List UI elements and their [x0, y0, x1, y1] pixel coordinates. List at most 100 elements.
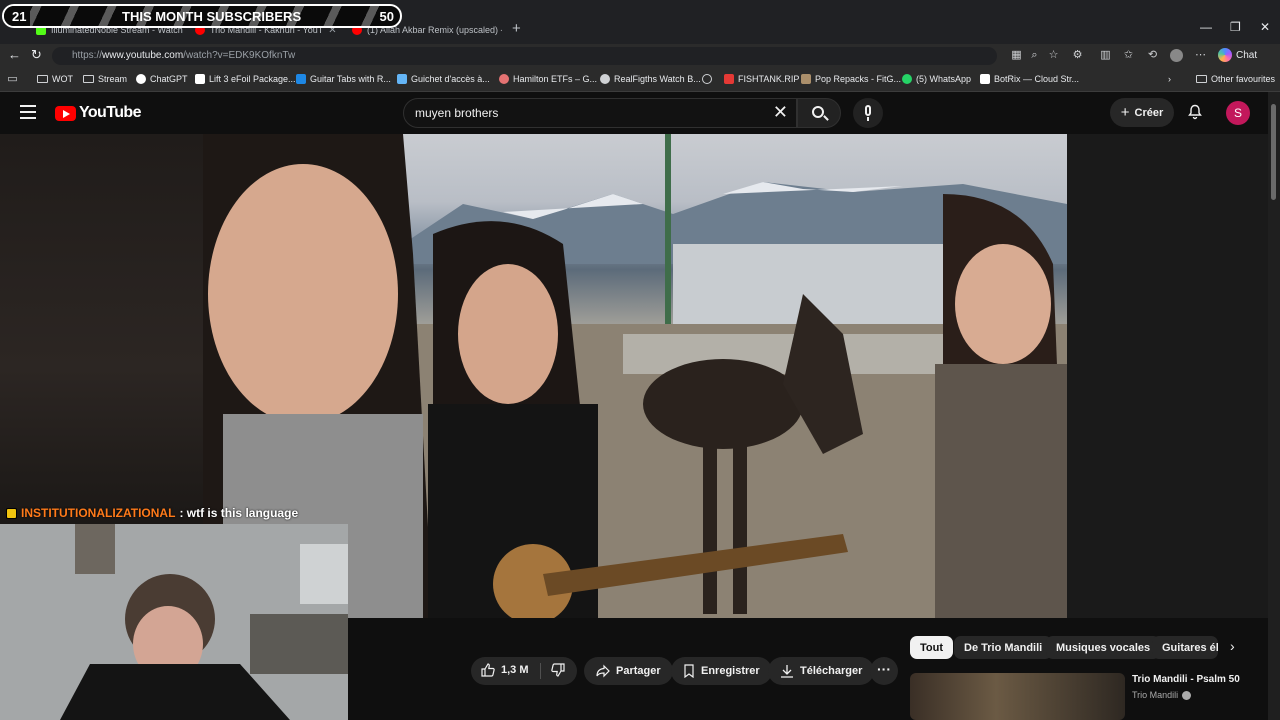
recommended-video-channel[interactable]: Trio Mandili	[1132, 690, 1192, 700]
url-field[interactable]: https://www.youtube.com/watch?v=EDK9KOfk…	[52, 47, 997, 65]
favorites-icon[interactable]: ✩	[1122, 49, 1135, 62]
chat-message-text: : wtf is this language	[179, 506, 299, 520]
folder-icon	[83, 75, 94, 83]
copilot-chat-button[interactable]: Chat	[1218, 48, 1257, 62]
reload-icon[interactable]: ↻	[31, 47, 42, 63]
recommended-video-thumbnail[interactable]	[910, 673, 1125, 720]
youtube-logo[interactable]: YouTube	[55, 104, 141, 122]
like-dislike-group: 1,3 M	[471, 657, 577, 685]
youtube-logo-text: YouTube	[79, 104, 141, 121]
bookmark-label: BotRix — Cloud Str...	[994, 74, 1080, 84]
save-button[interactable]: Enregistrer	[671, 657, 772, 685]
bookmark-label: Guichet d'accès à...	[411, 74, 490, 84]
other-favourites-folder[interactable]: Other favourites	[1196, 74, 1275, 84]
share-button[interactable]: Partager	[584, 657, 673, 685]
notifications-bell-icon[interactable]	[1187, 104, 1203, 120]
back-arrow-icon[interactable]: ←	[8, 47, 21, 62]
bookmark-botrix[interactable]: BotRix — Cloud Str...	[980, 74, 1079, 84]
download-button[interactable]: Télécharger	[768, 657, 875, 685]
bookmark-whatsapp[interactable]: (5) WhatsApp	[902, 74, 971, 84]
chat-badge-icon	[6, 507, 17, 519]
folder-icon	[37, 75, 48, 83]
tabs-icon	[296, 74, 306, 84]
extension-icon[interactable]: ⚙	[1071, 49, 1084, 62]
bookmark-realfights[interactable]: RealFigths Watch B...	[600, 74, 701, 84]
bookmark-label: Other favourites	[1211, 74, 1276, 84]
chip-vocal-music[interactable]: Musiques vocales	[1046, 636, 1161, 659]
restore-icon[interactable]: ❐	[1230, 20, 1241, 34]
bookmark-label: ChatGPT	[150, 74, 188, 84]
channel-name: Trio Mandili	[1132, 690, 1179, 700]
bookmark-label: Hamilton ETFs – G...	[513, 74, 598, 84]
bookmark-guichet[interactable]: Guichet d'accès à...	[397, 74, 490, 84]
share-label: Partager	[616, 665, 661, 677]
chat-label: Chat	[1236, 49, 1258, 61]
search-button[interactable]	[797, 98, 841, 128]
new-tab-button[interactable]: +	[512, 20, 521, 37]
folder-icon	[1196, 75, 1207, 83]
bookmark-fitgirl[interactable]: Pop Repacks - FitG...	[801, 74, 901, 84]
recommended-video-title[interactable]: Trio Mandili - Psalm 50	[1132, 674, 1240, 685]
bookmarks-overflow-chevron-icon[interactable]: ›	[1168, 74, 1171, 84]
chip-all[interactable]: Tout	[910, 636, 954, 659]
chevron-right-icon[interactable]: ›	[1230, 638, 1235, 654]
bookmarks-bar: ▭ WOT Stream ChatGPT Lift 3 eFoil Packag…	[0, 68, 1280, 92]
guichet-icon	[397, 74, 407, 84]
bookmark-label: RealFigths Watch B...	[614, 74, 701, 84]
copilot-icon	[1218, 48, 1232, 62]
chip-from-trio-mandili[interactable]: De Trio Mandili	[954, 636, 1053, 659]
bookmark-label: Pop Repacks - FitG...	[815, 74, 902, 84]
globe-icon	[702, 74, 712, 84]
favorite-star-icon[interactable]: ☆	[1047, 49, 1060, 62]
more-actions-icon[interactable]: ···	[870, 657, 898, 685]
microphone-stand	[867, 117, 869, 121]
fishtank-icon	[724, 74, 734, 84]
dislike-button[interactable]	[551, 663, 565, 682]
profile-icon[interactable]	[1170, 49, 1183, 62]
stream-chat-message: INSTITUTIONALIZATIONAL : wtf is this lan…	[6, 506, 298, 520]
goal-target-count: 50	[379, 9, 394, 24]
zoom-icon[interactable]: ⌕	[1028, 49, 1041, 62]
hamilton-icon	[499, 74, 509, 84]
split-screen-icon[interactable]: ▥	[1099, 49, 1112, 62]
address-bar-row: ← ↻ https://www.youtube.com/watch?v=EDK9…	[0, 44, 1280, 68]
youtube-header: YouTube muyen brothers ✕ + Créer S	[0, 92, 1268, 134]
avatar[interactable]: S	[1226, 101, 1250, 125]
like-count: 1,3 M	[501, 664, 529, 676]
create-button[interactable]: + Créer	[1110, 98, 1174, 127]
search-input[interactable]: muyen brothers ✕	[403, 98, 797, 128]
bookmark-globe[interactable]	[702, 74, 712, 84]
bookmark-lift[interactable]: Lift 3 eFoil Package...	[195, 74, 296, 84]
more-options-icon[interactable]: ⋯	[1194, 49, 1207, 62]
download-icon	[781, 665, 793, 678]
chip-electric-guitars[interactable]: Guitares éle	[1152, 636, 1218, 659]
like-button[interactable]: 1,3 M	[481, 663, 529, 677]
hamburger-menu-icon[interactable]	[20, 105, 36, 119]
bookmark-label: Lift 3 eFoil Package...	[209, 74, 296, 84]
bookmark-stream[interactable]: Stream	[83, 74, 127, 84]
bookmark-label: Guitar Tabs with R...	[310, 74, 391, 84]
bookmark-guitar-tabs[interactable]: Guitar Tabs with R...	[296, 74, 391, 84]
scrollbar-thumb[interactable]	[1271, 104, 1276, 200]
search-query: muyen brothers	[415, 106, 499, 120]
lift-icon	[195, 74, 205, 84]
bookmark-hamilton[interactable]: Hamilton ETFs – G...	[499, 74, 597, 84]
history-icon[interactable]: ⟲	[1146, 49, 1159, 62]
whatsapp-icon	[902, 74, 912, 84]
clear-search-icon[interactable]: ✕	[773, 102, 788, 123]
bookmark-fishtank[interactable]: FISHTANK.RIP	[724, 74, 799, 84]
chat-username: INSTITUTIONALIZATIONAL	[21, 506, 176, 520]
minimize-icon[interactable]: —	[1200, 20, 1212, 34]
share-arrow-icon	[596, 664, 610, 678]
bookmark-chatgpt[interactable]: ChatGPT	[136, 74, 188, 84]
reader-view-icon[interactable]: ▦	[1010, 49, 1023, 62]
voice-search-button[interactable]	[853, 98, 883, 128]
bookmark-wot[interactable]: WOT	[37, 74, 73, 84]
close-window-icon[interactable]: ✕	[1260, 20, 1270, 34]
goal-title: THIS MONTH SUBSCRIBERS	[122, 9, 302, 24]
bookmark-label: WOT	[52, 74, 73, 84]
bookmarks-collection-icon[interactable]: ▭	[6, 73, 19, 86]
url-host: www.youtube.com	[102, 50, 184, 61]
stream-background-panel	[0, 134, 203, 524]
thumbs-down-icon	[551, 663, 565, 677]
